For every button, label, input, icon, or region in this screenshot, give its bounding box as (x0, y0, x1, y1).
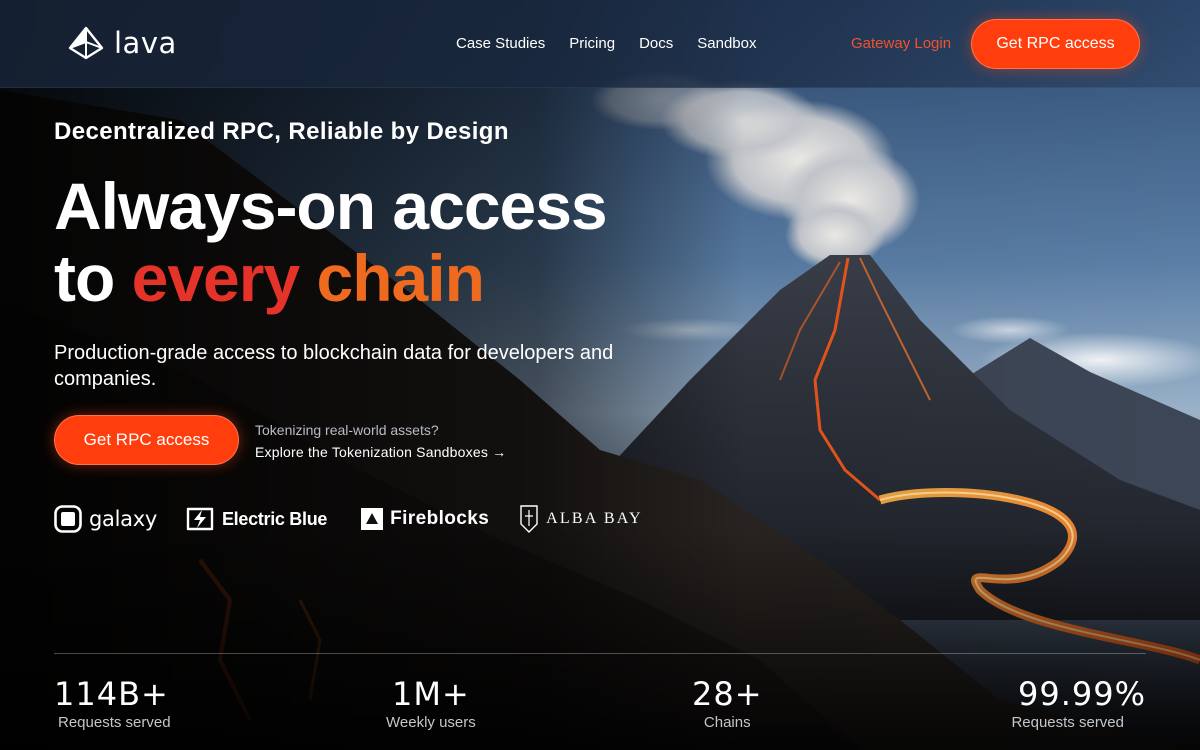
hero-get-rpc-access-button[interactable]: Get RPC access (54, 415, 239, 465)
partner-electric-blue-name: Electric Blue (221, 508, 328, 529)
header-get-rpc-access-button[interactable]: Get RPC access (971, 19, 1140, 69)
stat-value: 1M+ (391, 675, 470, 713)
tokenization-sandboxes-link[interactable]: Explore the Tokenization Sandboxes → (255, 444, 506, 460)
stat-label: Weekly users (386, 714, 476, 731)
partner-fireblocks: Fireblocks (361, 508, 489, 530)
tokenization-question: Tokenizing real-world assets? (255, 422, 439, 438)
stat-label: Requests served (1011, 714, 1124, 731)
stat-value: 28+ (692, 675, 763, 713)
stat-uptime: 99.99% Requests served (1011, 676, 1146, 731)
nav-sandbox[interactable]: Sandbox (697, 35, 756, 52)
gateway-login-link[interactable]: Gateway Login (851, 35, 951, 52)
stat-chains: 28+ Chains (692, 676, 763, 731)
partner-galaxy: galaxy (54, 505, 157, 533)
hero-eyebrow-wrap: Decentralized RPC, Reliable by Design (54, 118, 509, 146)
stat-value: 99.99% (1017, 675, 1146, 713)
brand-logo[interactable]: lava (68, 26, 177, 60)
nav-docs[interactable]: Docs (639, 35, 673, 52)
partner-fireblocks-name: Fireblocks (390, 508, 490, 529)
partner-logos: galaxy Electric Blue Fireblocks ALBA BAY (54, 502, 643, 536)
lava-prism-icon (68, 26, 104, 60)
tokenization-promo: Tokenizing real-world assets? Explore th… (255, 422, 506, 460)
headline-chain: chain (316, 241, 485, 315)
lightning-badge-icon (186, 507, 214, 531)
alba-bay-crest-icon (520, 505, 538, 533)
partner-galaxy-name: galaxy (89, 507, 157, 531)
stat-value: 114B+ (54, 675, 169, 713)
headline-to: to (54, 241, 115, 315)
site-header: lava Case Studies Pricing Docs Sandbox G… (0, 0, 1200, 88)
galaxy-square-icon (54, 505, 82, 533)
headline-every: every (131, 241, 301, 315)
hero-subtitle: Production-grade access to blockchain da… (54, 342, 614, 390)
stat-label: Requests served (58, 714, 171, 731)
stat-requests: 114B+ Requests served (54, 676, 171, 731)
nav-case-studies[interactable]: Case Studies (456, 35, 545, 52)
partner-alba-bay: ALBA BAY (519, 504, 643, 534)
hero-eyebrow: Decentralized RPC, Reliable by Design (54, 118, 509, 145)
partner-alba-bay-name: ALBA BAY (546, 510, 643, 527)
stats-divider (54, 653, 1146, 654)
partner-electric-blue: Electric Blue (185, 506, 327, 532)
nav-pricing[interactable]: Pricing (569, 35, 615, 52)
brand-name: lava (114, 26, 177, 60)
stat-label: Chains (703, 714, 751, 731)
fireblocks-triangle-icon (361, 508, 384, 530)
main-nav: Case Studies Pricing Docs Sandbox (456, 35, 756, 52)
stat-weekly-users: 1M+ Weekly users (386, 676, 476, 731)
hero-headline: Always-on access to every chain (54, 169, 608, 315)
headline-line-1: Always-on access (54, 169, 608, 243)
